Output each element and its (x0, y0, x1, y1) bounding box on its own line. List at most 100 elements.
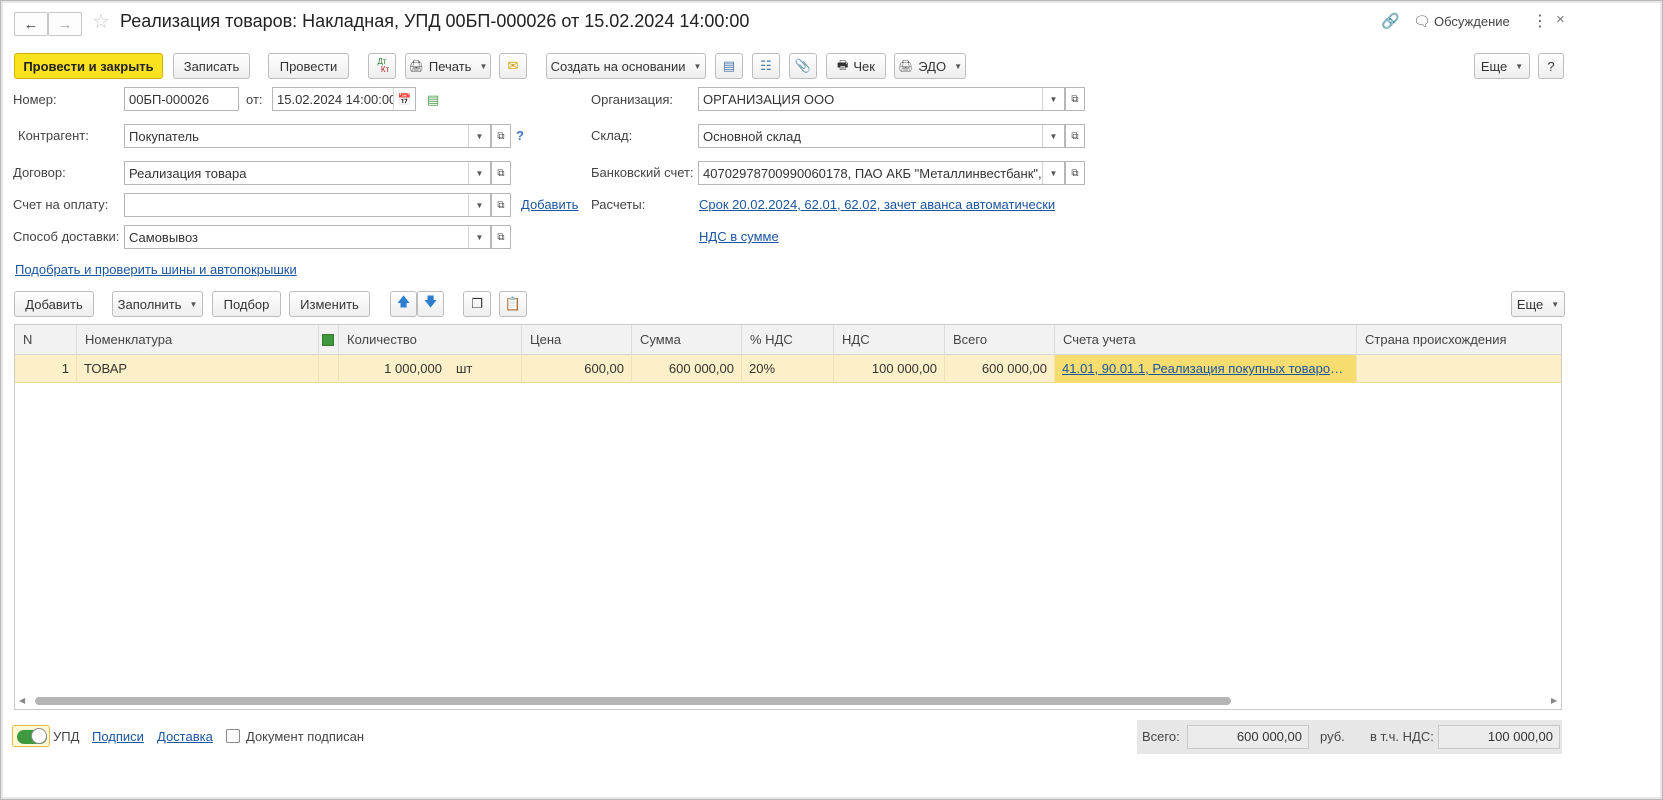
open-delivery-icon[interactable]: ⧉ (491, 225, 511, 249)
cell-item-extra[interactable] (283, 355, 319, 383)
open-counterparty-icon[interactable]: ⧉ (491, 124, 511, 148)
chevron-down-icon[interactable]: ▼ (468, 226, 490, 248)
open-warehouse-icon[interactable]: ⧉ (1065, 124, 1085, 148)
link-icon[interactable]: 🔗 (1381, 12, 1400, 30)
table-more-button[interactable]: Еще ▼ (1511, 291, 1565, 317)
col-price[interactable]: Цена (522, 325, 632, 355)
table-change-button[interactable]: Изменить (289, 291, 370, 317)
table-add-button[interactable]: Добавить (14, 291, 94, 317)
chevron-down-icon[interactable]: ▼ (468, 125, 490, 147)
bank-field[interactable]: 40702978700990060178, ПАО АКБ "Металлинв… (698, 161, 1065, 185)
tires-link[interactable]: Подобрать и проверить шины и автопокрышк… (15, 262, 297, 277)
cell-vat-rate[interactable]: 20% (742, 355, 834, 383)
delivery-value: Самовывоз (129, 229, 198, 245)
post-button[interactable]: Провести (268, 53, 349, 79)
table-select-button[interactable]: Подбор (212, 291, 281, 317)
edo-button[interactable]: 🖨 ЭДО ▼ (894, 53, 966, 79)
help-button[interactable]: ? (1538, 53, 1564, 79)
horizontal-scrollbar[interactable] (35, 697, 1547, 705)
col-sum[interactable]: Сумма (632, 325, 742, 355)
post-and-close-button[interactable]: Провести и закрыть (14, 53, 163, 79)
chevron-down-icon[interactable]: ▼ (1042, 88, 1064, 110)
email-button[interactable]: ✉ (499, 53, 527, 79)
chevron-down-icon[interactable]: ▼ (468, 194, 490, 216)
settlements-link[interactable]: Срок 20.02.2024, 62.01, 62.02, зачет ава… (699, 197, 1055, 212)
signatures-link[interactable]: Подписи (92, 729, 144, 744)
counterparty-field[interactable]: Покупатель ▼ (124, 124, 491, 148)
open-contract-icon[interactable]: ⧉ (491, 161, 511, 185)
cell-country[interactable] (1357, 355, 1561, 383)
favorite-star-icon[interactable]: ☆ (92, 9, 110, 34)
move-up-button[interactable]: 🡅 (390, 291, 417, 317)
more-vertical-icon[interactable]: ⋮ (1532, 11, 1548, 31)
copy-rows-button[interactable]: ❐ (463, 291, 491, 317)
back-button[interactable]: ← (14, 12, 48, 36)
receipt-button[interactable]: 🖶 Чек (826, 53, 886, 79)
cell-price[interactable]: 600,00 (522, 355, 632, 383)
col-item-icon[interactable] (319, 325, 339, 355)
table-fill-button[interactable]: Заполнить ▼ (112, 291, 203, 317)
forward-button[interactable]: → (48, 12, 82, 36)
cell-unit[interactable]: шт (449, 355, 522, 383)
col-vat[interactable]: НДС (834, 325, 945, 355)
delivery-link[interactable]: Доставка (157, 729, 213, 744)
discussion-icon[interactable]: 🗨 (1413, 13, 1431, 30)
chevron-down-icon[interactable]: ▼ (468, 162, 490, 184)
invoice-field[interactable]: ▼ (124, 193, 491, 217)
report-button[interactable]: ▤ (715, 53, 743, 79)
dt-kt-button[interactable]: Дт Кт (368, 53, 396, 79)
open-org-icon[interactable]: ⧉ (1065, 87, 1085, 111)
vat-in-sum-link[interactable]: НДС в сумме (699, 229, 779, 244)
cell-accounts-link[interactable]: 41.01, 90.01.1, Реализация покупных това… (1055, 355, 1357, 383)
col-item[interactable]: Номенклатура (77, 325, 319, 355)
scrollbar-thumb[interactable] (35, 697, 1231, 705)
attach-button[interactable]: 📎 (789, 53, 817, 79)
upd-toggle[interactable] (12, 725, 50, 747)
col-qty[interactable]: Количество (339, 325, 522, 355)
contract-field[interactable]: Реализация товара ▼ (124, 161, 491, 185)
copy-icon: ❐ (471, 296, 483, 311)
upd-label: УПД (53, 729, 80, 744)
org-field[interactable]: ОРГАНИЗАЦИЯ ООО ▼ (698, 87, 1065, 111)
structure-button[interactable]: ☷ (752, 53, 780, 79)
help-question-icon[interactable]: ? (516, 128, 524, 143)
invoice-label: Счет на оплату: (13, 197, 109, 212)
add-invoice-link[interactable]: Добавить (521, 197, 578, 212)
col-n[interactable]: N (15, 325, 77, 355)
col-total[interactable]: Всего (945, 325, 1055, 355)
cell-n[interactable]: 1 (15, 355, 77, 383)
chevron-down-icon[interactable]: ▼ (1042, 162, 1064, 184)
open-invoice-icon[interactable]: ⧉ (491, 193, 511, 217)
cash-register-icon: 🖶 (837, 57, 849, 72)
paste-rows-button[interactable]: 📋 (499, 291, 527, 317)
scroll-left-icon[interactable]: ◀ (19, 696, 25, 705)
discussion-label[interactable]: Обсуждение (1434, 14, 1510, 29)
cell-item[interactable]: ТОВАР (77, 355, 283, 383)
table-row[interactable]: 1 ТОВАР 1 000,000 шт 600,00 600 000,00 2… (15, 355, 1561, 383)
create-based-button[interactable]: Создать на основании ▼ (546, 53, 706, 79)
calendar-icon[interactable]: 📅 (393, 88, 415, 110)
currency-label: руб. (1320, 729, 1345, 744)
date-field[interactable]: 15.02.2024 14:00:00 📅 (272, 87, 416, 111)
goods-table[interactable]: N Номенклатура Количество Цена Сумма % Н… (14, 324, 1562, 710)
cell-sum[interactable]: 600 000,00 (632, 355, 742, 383)
cell-vat[interactable]: 100 000,00 (834, 355, 945, 383)
number-field[interactable]: 00БП-000026 (124, 87, 239, 111)
chevron-down-icon[interactable]: ▼ (1042, 125, 1064, 147)
col-country[interactable]: Страна происхождения (1357, 325, 1561, 355)
print-button[interactable]: 🖨 Печать ▼ (405, 53, 491, 79)
more-button[interactable]: Еще ▼ (1474, 53, 1530, 79)
warehouse-field[interactable]: Основной склад ▼ (698, 124, 1065, 148)
cell-qty[interactable]: 1 000,000 (339, 355, 449, 383)
save-button[interactable]: Записать (173, 53, 250, 79)
register-icon[interactable]: ▤ (427, 92, 439, 108)
cell-total[interactable]: 600 000,00 (945, 355, 1055, 383)
move-down-button[interactable]: 🡇 (417, 291, 444, 317)
col-vat-rate[interactable]: % НДС (742, 325, 834, 355)
scroll-right-icon[interactable]: ▶ (1551, 696, 1557, 705)
col-accounts[interactable]: Счета учета (1055, 325, 1357, 355)
close-icon[interactable]: × (1556, 11, 1565, 28)
signed-checkbox[interactable] (226, 729, 240, 743)
open-bank-icon[interactable]: ⧉ (1065, 161, 1085, 185)
delivery-field[interactable]: Самовывоз ▼ (124, 225, 491, 249)
